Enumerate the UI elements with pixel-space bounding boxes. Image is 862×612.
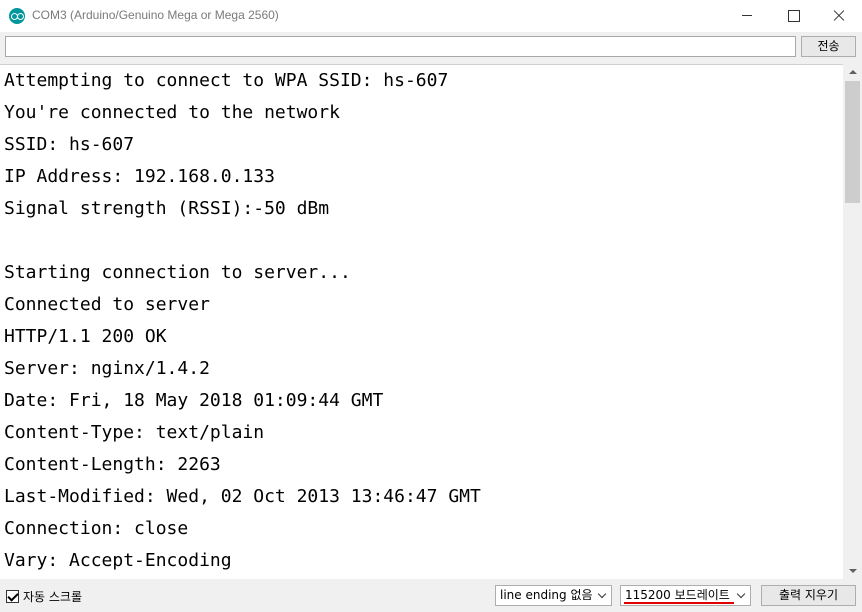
output-line: HTTP/1.1 200 OK	[4, 326, 167, 347]
line-ending-value: line ending 없음	[500, 588, 593, 602]
output-line: Content-Type: text/plain	[4, 422, 265, 443]
output-line: Vary: Accept-Encoding	[4, 550, 232, 571]
window-title: COM3 (Arduino/Genuino Mega or Mega 2560)	[32, 8, 279, 22]
scrollbar-thumb[interactable]	[845, 81, 860, 203]
arduino-logo-icon	[9, 8, 25, 24]
autoscroll-label: 자동 스크롤	[23, 589, 83, 604]
output-line: Last-Modified: Wed, 02 Oct 2013 13:46:47…	[4, 486, 481, 507]
output-line: SSID: hs-607	[4, 134, 135, 155]
autoscroll-checkbox[interactable]	[6, 589, 19, 603]
serial-output[interactable]: Attempting to connect to WPA SSID: hs-60…	[0, 64, 843, 579]
minimize-icon[interactable]	[724, 0, 770, 32]
bottom-bar: 자동 스크롤 line ending 없음 115200 보드레이트 출력 지우…	[0, 579, 862, 612]
output-line: Connected to server	[4, 294, 210, 315]
title-bar: COM3 (Arduino/Genuino Mega or Mega 2560)	[0, 0, 862, 32]
output-line: Attempting to connect to WPA SSID: hs-60…	[4, 70, 449, 91]
output-line: You're connected to the network	[4, 102, 340, 123]
close-icon[interactable]	[816, 0, 862, 32]
output-line: Starting connection to server...	[4, 262, 351, 283]
scroll-up-arrow-icon[interactable]	[843, 64, 862, 81]
vertical-scrollbar[interactable]	[843, 64, 862, 579]
output-line: Date: Fri, 18 May 2018 01:09:44 GMT	[4, 390, 384, 411]
chevron-down-icon	[597, 589, 607, 599]
line-ending-select[interactable]: line ending 없음	[495, 585, 612, 606]
scroll-down-arrow-icon[interactable]	[843, 562, 862, 579]
output-line: IP Address: 192.168.0.133	[4, 166, 275, 187]
chevron-down-icon	[736, 589, 746, 599]
clear-output-button[interactable]: 출력 지우기	[761, 585, 856, 606]
maximize-icon[interactable]	[770, 0, 816, 32]
output-line: Server: nginx/1.4.2	[4, 358, 210, 379]
output-line: Connection: close	[4, 518, 189, 539]
baud-rate-value: 115200 보드레이트	[625, 588, 730, 602]
autoscroll-toggle[interactable]: 자동 스크롤	[6, 587, 82, 605]
send-button[interactable]: 전송	[801, 36, 856, 57]
baud-rate-highlight	[624, 602, 734, 604]
output-line: Signal strength (RSSI):-50 dBm	[4, 198, 330, 219]
send-input[interactable]	[5, 36, 796, 57]
output-line: Content-Length: 2263	[4, 454, 221, 475]
